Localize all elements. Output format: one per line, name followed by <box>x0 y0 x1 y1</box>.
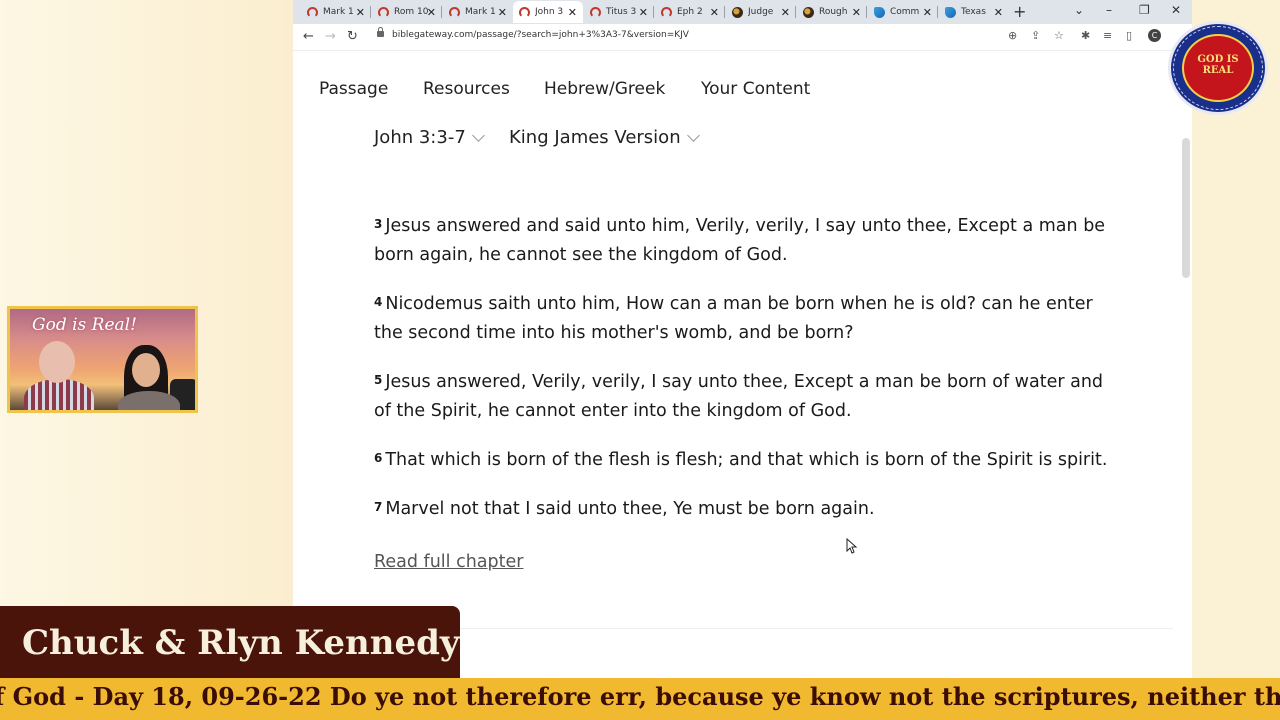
verse: 6 That which is born of the flesh is fles… <box>374 450 1108 470</box>
tab-mark-1[interactable]: Mark 1 ✕ <box>301 1 371 23</box>
forward-icon[interactable]: → <box>325 29 336 44</box>
biblegateway-icon <box>590 6 601 18</box>
biblegateway-icon <box>519 6 530 18</box>
bookmark-star-icon[interactable]: ☆ <box>1054 29 1064 42</box>
version-selector[interactable]: King James Version <box>509 127 700 148</box>
minimize-icon[interactable]: – <box>1106 3 1112 17</box>
extensions-icon[interactable]: ✱ <box>1081 29 1090 42</box>
back-icon[interactable]: ← <box>303 29 314 44</box>
chevron-down-icon <box>686 129 700 142</box>
close-icon[interactable]: ✕ <box>781 6 790 19</box>
wiki-drop-icon <box>874 6 885 18</box>
sidepanel-icon[interactable]: ▯ <box>1126 29 1132 42</box>
menu-your-content[interactable]: Your Content <box>701 79 810 99</box>
host-2-body <box>118 391 180 410</box>
profile-avatar[interactable]: C <box>1148 29 1161 42</box>
tab-john-3[interactable]: John 3 ✕ <box>513 1 583 23</box>
reading-list-icon[interactable]: ≡ <box>1103 29 1112 42</box>
close-icon[interactable]: ✕ <box>639 6 648 19</box>
tab-search-chevron-icon[interactable]: ⌄ <box>1074 3 1084 17</box>
close-icon[interactable]: ✕ <box>427 6 436 19</box>
window-close-icon[interactable]: ✕ <box>1171 3 1181 17</box>
ticker-text: f God - Day 18, 09-26-22 Do ye not there… <box>0 682 1280 711</box>
tab-judge[interactable]: Judge ✕ <box>726 1 796 23</box>
address-toolbar: ← → ↻ biblegateway.com/passage/?search=j… <box>293 24 1192 51</box>
passage-text: 3 Jesus answered and said unto him, Veril… <box>374 212 1114 544</box>
tab-mark-1b[interactable]: Mark 1 ✕ <box>443 1 513 23</box>
tab-titus-3[interactable]: Titus 3 ✕ <box>584 1 654 23</box>
reload-icon[interactable]: ↻ <box>347 29 358 44</box>
close-icon[interactable]: ✕ <box>356 6 365 19</box>
biblegateway-icon <box>661 6 672 18</box>
tab-strip: Mark 1 ✕ Rom 10 ✕ Mark 1 ✕ John 3 ✕ Titus 3 ✕… <box>293 0 1192 24</box>
tab-rom-10[interactable]: Rom 10 ✕ <box>372 1 442 23</box>
lock-icon <box>377 27 384 37</box>
close-icon[interactable]: ✕ <box>568 6 577 19</box>
biblegateway-icon <box>378 6 389 18</box>
verse: 4 Nicodemus saith unto him, How can a man… <box>374 294 1093 343</box>
verse: 3 Jesus answered and said unto him, Veril… <box>374 216 1106 265</box>
menu-passage[interactable]: Passage <box>319 79 388 99</box>
commentary-icon <box>803 6 814 18</box>
name-lower-third: Chuck & Rlyn Kennedy <box>0 606 460 678</box>
new-tab-icon[interactable]: + <box>1013 2 1026 21</box>
close-icon[interactable]: ✕ <box>852 6 861 19</box>
verse: 7 Marvel not that I said unto thee, Ye mu… <box>374 499 875 519</box>
verse: 5 Jesus answered, Verily, verily, I say u… <box>374 372 1104 421</box>
tab-rough[interactable]: Rough ✕ <box>797 1 867 23</box>
menu-resources[interactable]: Resources <box>423 79 510 99</box>
webcam-feed: God is Real! <box>7 306 198 413</box>
share-icon[interactable]: ⇪ <box>1031 29 1040 42</box>
host-1-body <box>24 379 94 410</box>
close-icon[interactable]: ✕ <box>923 6 932 19</box>
menu-hebrew-greek[interactable]: Hebrew/Greek <box>544 79 665 99</box>
biblegateway-icon <box>307 6 318 18</box>
scripture-ticker: f God - Day 18, 09-26-22 Do ye not there… <box>0 678 1280 720</box>
restore-icon[interactable]: ❐ <box>1139 3 1150 17</box>
tab-texas[interactable]: Texas ✕ <box>939 1 1009 23</box>
reference-selector[interactable]: John 3:3-7 <box>374 127 485 148</box>
address-bar[interactable]: biblegateway.com/passage/?search=john+3%… <box>392 30 689 40</box>
host-1-head <box>39 341 75 383</box>
host-names: Chuck & Rlyn Kennedy <box>22 623 460 663</box>
tab-comm[interactable]: Comm ✕ <box>868 1 938 23</box>
biblegateway-icon <box>449 6 460 18</box>
close-icon[interactable]: ✕ <box>710 6 719 19</box>
zoom-icon[interactable]: ⊕ <box>1008 29 1017 42</box>
tab-eph-2[interactable]: Eph 2 ✕ <box>655 1 725 23</box>
chevron-down-icon <box>471 129 485 142</box>
close-icon[interactable]: ✕ <box>994 6 1003 19</box>
cam-title: God is Real! <box>32 315 137 335</box>
page-scrollbar[interactable] <box>1182 138 1190 278</box>
commentary-icon <box>732 6 743 18</box>
wiki-drop-icon <box>945 6 956 18</box>
host-2-face <box>132 353 160 387</box>
ministry-logo: GOD IS REAL <box>1168 21 1268 115</box>
read-full-chapter-link[interactable]: Read full chapter <box>374 552 523 572</box>
logo-text: GOD IS REAL <box>1197 54 1239 76</box>
close-icon[interactable]: ✕ <box>498 6 507 19</box>
